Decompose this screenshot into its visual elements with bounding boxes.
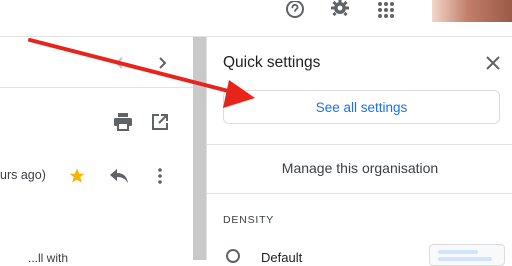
quick-settings-panel: Quick settings See all settings Manage t… xyxy=(206,37,512,266)
divider xyxy=(0,87,193,88)
top-app-bar xyxy=(0,0,512,36)
help-circle-icon[interactable] xyxy=(282,0,308,22)
message-snippet: ...ll with xyxy=(28,251,69,265)
close-icon[interactable] xyxy=(481,51,505,75)
print-icon[interactable] xyxy=(111,110,135,134)
chevron-right-icon[interactable] xyxy=(150,51,174,75)
message-time: urs ago) xyxy=(0,168,46,182)
see-all-settings-button[interactable]: See all settings xyxy=(223,90,500,124)
divider xyxy=(207,193,512,194)
gear-icon[interactable] xyxy=(327,0,353,22)
density-default-label: Default xyxy=(261,250,303,265)
open-in-new-icon[interactable] xyxy=(148,110,172,134)
message-toolbar xyxy=(0,37,193,87)
quick-settings-title: Quick settings xyxy=(223,54,321,71)
manage-organisation-link[interactable]: Manage this organisation xyxy=(207,160,512,176)
density-default-preview[interactable] xyxy=(429,244,505,266)
apps-grid-icon[interactable] xyxy=(373,0,399,22)
density-default-radio[interactable] xyxy=(226,249,240,263)
chevron-left-icon[interactable] xyxy=(108,51,132,75)
divider xyxy=(207,144,512,145)
scrollbar[interactable] xyxy=(193,37,206,260)
more-vert-icon[interactable] xyxy=(150,165,170,187)
star-icon[interactable] xyxy=(66,165,88,187)
reply-icon[interactable] xyxy=(107,165,131,187)
density-heading: DENSITY xyxy=(223,214,275,226)
avatar[interactable] xyxy=(432,0,512,22)
